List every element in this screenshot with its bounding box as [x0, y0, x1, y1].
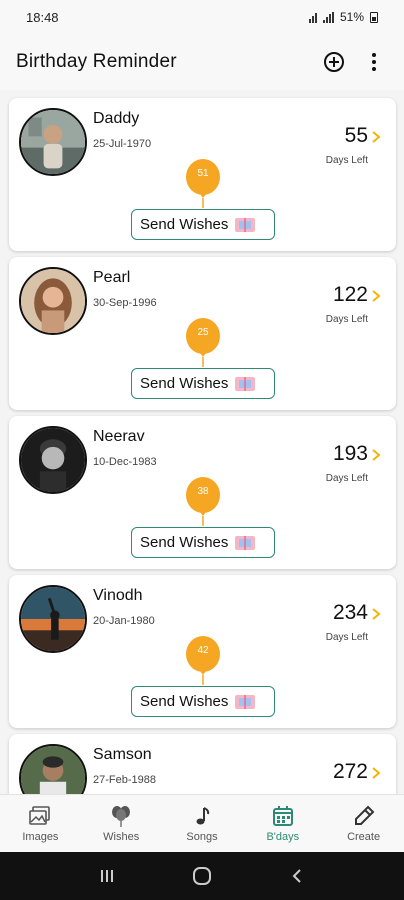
- send-wishes-label: Send Wishes: [140, 693, 229, 710]
- days-left-count: 122: [332, 283, 368, 306]
- more-vert-icon: [372, 53, 376, 71]
- avatar: [19, 585, 87, 653]
- send-wishes-label: Send Wishes: [140, 216, 229, 233]
- person-name: Neerav: [93, 428, 145, 445]
- balloon-icon: [186, 318, 220, 367]
- nav-bdays[interactable]: B'days: [242, 795, 323, 852]
- nav-wishes[interactable]: Wishes: [81, 795, 162, 852]
- days-left-count: 55: [344, 124, 368, 147]
- nav-create[interactable]: Create: [323, 795, 404, 852]
- back-icon: [292, 869, 301, 883]
- recent-apps-button[interactable]: [97, 866, 117, 886]
- age-badge: 51: [197, 168, 209, 179]
- recent-apps-icon: [101, 870, 114, 882]
- send-wishes-button[interactable]: Send Wishes: [131, 209, 275, 240]
- home-button[interactable]: [192, 866, 212, 886]
- person-name: Vinodh: [93, 587, 143, 604]
- birthday-card[interactable]: Vinodh 20-Jan-1980 234 Days Left 42 Send…: [9, 575, 396, 728]
- balloon-icon: [186, 636, 220, 685]
- nav-label: Create: [347, 830, 381, 843]
- system-navigation-bar: [0, 852, 404, 900]
- status-bar: 18:48 51%: [0, 0, 404, 34]
- greeting-card-icon: [235, 376, 256, 391]
- calendar-icon: [272, 805, 293, 826]
- birthday-card[interactable]: Pearl 30-Sep-1996 122 Days Left 25 Send …: [9, 257, 396, 410]
- balloons-icon: [112, 805, 131, 827]
- app-title: Birthday Reminder: [16, 51, 177, 72]
- nav-label: Images: [22, 830, 59, 843]
- signal-icon: [322, 11, 334, 23]
- nav-label: Wishes: [103, 830, 140, 843]
- pencil-icon: [354, 805, 374, 825]
- back-button[interactable]: [287, 866, 307, 886]
- battery-percent: 51%: [339, 10, 364, 24]
- greeting-card-icon: [235, 217, 256, 232]
- days-left-count: 234: [332, 601, 368, 624]
- birth-date: 10-Dec-1983: [93, 456, 157, 468]
- nav-label: Songs: [186, 830, 218, 843]
- greeting-card-icon: [235, 694, 256, 709]
- status-icons: 51%: [308, 10, 378, 24]
- more-options-button[interactable]: [360, 48, 388, 76]
- send-wishes-label: Send Wishes: [140, 534, 229, 551]
- nav-images[interactable]: Images: [0, 795, 81, 852]
- avatar: [19, 744, 87, 794]
- birth-date: 25-Jul-1970: [93, 138, 152, 150]
- birthday-card[interactable]: Neerav 10-Dec-1983 193 Days Left 38 Send…: [9, 416, 396, 569]
- birthday-card[interactable]: Daddy 25-Jul-1970 55 Days Left 51 Send W…: [9, 98, 396, 251]
- music-note-icon: [196, 806, 210, 824]
- send-wishes-button[interactable]: Send Wishes: [131, 686, 275, 717]
- bottom-navigation: Images Wishes Songs B'days Create: [0, 794, 404, 852]
- days-left-label: Days Left: [325, 473, 368, 484]
- chevron-right-icon[interactable]: [370, 766, 382, 780]
- person-name: Daddy: [93, 110, 140, 127]
- battery-icon: [370, 11, 378, 23]
- balloon-icon: [186, 159, 220, 208]
- birth-date: 27-Feb-1988: [93, 774, 156, 786]
- send-wishes-label: Send Wishes: [140, 375, 229, 392]
- chevron-right-icon[interactable]: [370, 130, 382, 144]
- days-left-label: Days Left: [325, 155, 368, 166]
- age-badge: 42: [197, 645, 209, 656]
- age-badge: 25: [197, 327, 209, 338]
- images-icon: [29, 805, 51, 825]
- person-name: Samson: [93, 746, 152, 763]
- status-time: 18:48: [26, 9, 59, 25]
- home-icon: [192, 867, 211, 885]
- nav-label: B'days: [266, 830, 300, 843]
- days-left-count: 272: [332, 760, 368, 783]
- birth-date: 20-Jan-1980: [93, 615, 155, 627]
- birthday-list[interactable]: Daddy 25-Jul-1970 55 Days Left 51 Send W…: [0, 90, 404, 794]
- balloon-icon: [186, 477, 220, 526]
- days-left-count: 193: [332, 442, 368, 465]
- avatar: [19, 267, 87, 335]
- greeting-card-icon: [235, 535, 256, 550]
- birthday-card[interactable]: Samson 27-Feb-1988 272: [9, 734, 396, 794]
- chevron-right-icon[interactable]: [370, 448, 382, 462]
- avatar: [19, 108, 87, 176]
- chevron-right-icon[interactable]: [370, 607, 382, 621]
- nav-songs[interactable]: Songs: [162, 795, 243, 852]
- wifi-icon: [308, 12, 317, 23]
- send-wishes-button[interactable]: Send Wishes: [131, 527, 275, 558]
- days-left-label: Days Left: [325, 632, 368, 643]
- days-left-label: Days Left: [325, 314, 368, 325]
- chevron-right-icon[interactable]: [370, 289, 382, 303]
- send-wishes-button[interactable]: Send Wishes: [131, 368, 275, 399]
- add-button[interactable]: [320, 48, 348, 76]
- app-bar: Birthday Reminder: [0, 34, 404, 90]
- birth-date: 30-Sep-1996: [93, 297, 157, 309]
- avatar: [19, 426, 87, 494]
- age-badge: 38: [197, 486, 209, 497]
- person-name: Pearl: [93, 269, 131, 286]
- add-icon: [324, 52, 344, 72]
